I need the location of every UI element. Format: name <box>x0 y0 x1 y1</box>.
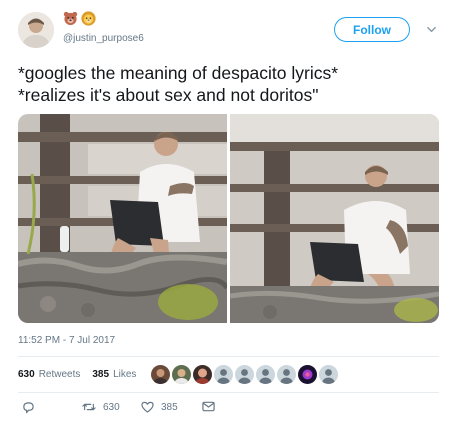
likes-label[interactable]: Likes <box>113 369 136 380</box>
retweets-count[interactable]: 630 <box>18 369 35 380</box>
tweet-timestamp[interactable]: 11:52 PM - 7 Jul 2017 <box>18 335 115 346</box>
display-name[interactable] <box>63 11 96 26</box>
liker-avatar-default[interactable] <box>256 365 275 384</box>
liker-avatar-default[interactable] <box>214 365 233 384</box>
like-icon <box>141 401 154 413</box>
liker-avatar-default[interactable] <box>277 365 296 384</box>
retweet-count: 630 <box>103 401 120 413</box>
like-count: 385 <box>161 401 178 413</box>
reply-icon <box>23 402 34 414</box>
tweet-photo-2[interactable] <box>230 114 439 323</box>
liker-avatar[interactable] <box>298 365 317 384</box>
tweet-text-line-1: *googles the meaning of despacito lyrics… <box>18 63 339 83</box>
author-handle[interactable]: @justin_purpose6 <box>63 33 144 44</box>
like-button[interactable]: 385 <box>141 401 178 413</box>
tweet-text-line-2: *realizes it's about sex and not doritos… <box>18 85 319 105</box>
liker-avatar-default[interactable] <box>235 365 254 384</box>
liker-avatar-default[interactable] <box>319 365 338 384</box>
follow-button[interactable]: Follow <box>334 17 410 42</box>
tweet-photo-1[interactable] <box>18 114 227 323</box>
likes-count[interactable]: 385 <box>92 369 109 380</box>
author-avatar[interactable] <box>18 12 54 48</box>
lion-face-emoji <box>81 11 96 26</box>
bear-face-emoji <box>63 11 78 26</box>
reply-button[interactable] <box>22 401 35 414</box>
message-icon <box>202 401 215 412</box>
divider-top <box>18 356 439 357</box>
retweets-label[interactable]: Retweets <box>39 369 81 380</box>
retweet-icon <box>82 403 96 411</box>
direct-message-button[interactable] <box>202 401 215 412</box>
liker-avatar[interactable] <box>151 365 170 384</box>
liker-avatar[interactable] <box>193 365 212 384</box>
retweet-button[interactable]: 630 <box>82 401 120 413</box>
tweet-text: *googles the meaning of despacito lyrics… <box>18 62 338 106</box>
engagement-stats: 630 Retweets 385 Likes <box>18 369 144 380</box>
chevron-down-icon[interactable] <box>426 24 437 35</box>
liker-avatars <box>151 365 338 384</box>
liker-avatar[interactable] <box>172 365 191 384</box>
divider-bottom <box>18 392 439 393</box>
